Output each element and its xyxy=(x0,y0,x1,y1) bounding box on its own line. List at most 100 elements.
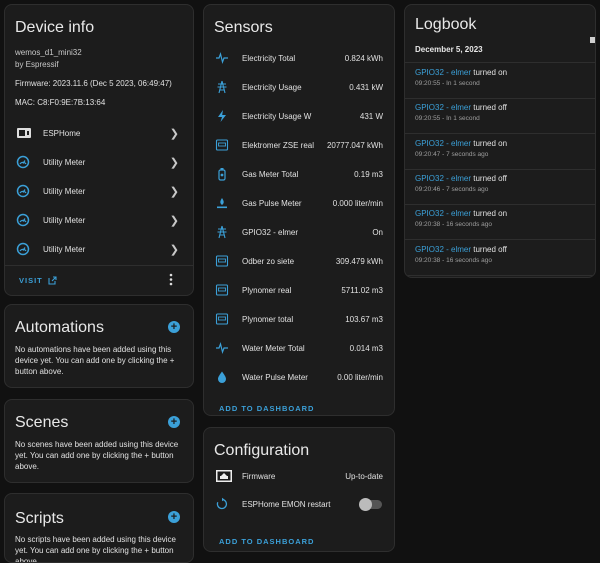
meter-icon xyxy=(215,312,229,326)
sensor-row[interactable]: GPIO32 - elmer On xyxy=(204,224,394,240)
sensor-name: Odber zo siete xyxy=(242,256,295,266)
logbook-action: turned off xyxy=(473,173,507,183)
sensor-value: 0.431 kW xyxy=(349,82,383,92)
device-info-title: Device info xyxy=(15,19,95,36)
visit-label: VISIT xyxy=(19,276,43,285)
scroll-indicator[interactable] xyxy=(590,37,595,43)
config-row-restart[interactable]: ESPHome EMON restart xyxy=(204,496,394,512)
sensor-row[interactable]: Gas Meter Total 0.19 m3 xyxy=(204,166,394,182)
configuration-card: Configuration Firmware Up-to-date ESPHom… xyxy=(203,427,395,552)
logbook-action: turned off xyxy=(473,244,507,254)
device-mac: MAC: C8:F0:9E:7B:13:64 xyxy=(15,98,106,107)
flash-icon xyxy=(215,109,229,123)
device-firmware: Firmware: 2023.11.6 (Dec 5 2023, 06:49:4… xyxy=(15,79,172,88)
sensor-value: 20777.047 kWh xyxy=(326,140,383,150)
sensor-name: Electricity Usage xyxy=(242,82,302,92)
pulse-icon xyxy=(215,51,229,65)
config-firmware-name: Firmware xyxy=(242,471,276,481)
chevron-right-icon: ❯ xyxy=(169,127,179,140)
sensor-value: 0.00 liter/min xyxy=(337,372,383,382)
scripts-title: Scripts xyxy=(15,510,64,527)
integration-item-utility-meter[interactable]: Utility Meter ❯ xyxy=(5,208,193,232)
sensor-row[interactable]: Elektromer ZSE real 20777.047 kWh xyxy=(204,137,394,153)
scripts-card: Scripts + No scripts have been added usi… xyxy=(4,493,194,563)
divider xyxy=(405,168,595,170)
integration-item-utility-meter[interactable]: Utility Meter ❯ xyxy=(5,237,193,261)
logbook-entity-link[interactable]: GPIO32 - elmer xyxy=(415,103,471,112)
utility-meter-icon xyxy=(16,242,30,256)
sensor-value: 309.479 kWh xyxy=(335,256,383,266)
logbook-entity-link[interactable]: GPIO32 - elmer xyxy=(415,68,471,77)
automations-card: Automations + No automations have been a… xyxy=(4,304,194,388)
chevron-right-icon: ❯ xyxy=(169,156,179,169)
logbook-time: 09:20:46 - 7 seconds ago xyxy=(415,185,489,193)
integration-item-utility-meter[interactable]: Utility Meter ❯ xyxy=(5,179,193,203)
sensor-row[interactable]: Electricity Total 0.824 kWh xyxy=(204,50,394,66)
add-script-button[interactable]: + xyxy=(168,511,180,523)
logbook-entry: GPIO32 - elmer turned off 09:20:46 - 7 se… xyxy=(415,174,587,193)
device-manufacturer: by Espressif xyxy=(15,60,59,69)
integration-label: ESPHome xyxy=(43,128,81,138)
logbook-entity-link[interactable]: GPIO32 - elmer xyxy=(415,174,471,183)
config-row-firmware[interactable]: Firmware Up-to-date xyxy=(204,468,394,484)
sensor-name: Gas Meter Total xyxy=(242,169,299,179)
sensor-value: 431 W xyxy=(359,111,383,121)
automations-empty-text: No automations have been added using thi… xyxy=(15,345,175,376)
add-to-dashboard-label: ADD TO DASHBOARD xyxy=(219,537,315,546)
integration-label: Utility Meter xyxy=(43,244,86,254)
more-options-icon[interactable] xyxy=(169,273,173,286)
sensor-value: 5711.02 m3 xyxy=(341,285,383,295)
sensors-add-to-dashboard-button[interactable]: ADD TO DASHBOARD xyxy=(219,398,315,415)
sensor-row[interactable]: Water Meter Total 0.014 m3 xyxy=(204,340,394,356)
sensor-row[interactable]: Plynomer real 5711.02 m3 xyxy=(204,282,394,298)
logbook-entity-link[interactable]: GPIO32 - elmer xyxy=(415,139,471,148)
integration-label: Utility Meter xyxy=(43,215,86,225)
logbook-time: 09:20:55 - In 1 second xyxy=(415,115,480,123)
configuration-title: Configuration xyxy=(214,442,310,459)
sensor-name: GPIO32 - elmer xyxy=(242,227,299,237)
logbook-entry-message: GPIO32 - elmer turned on xyxy=(415,68,587,77)
open-in-new-icon xyxy=(48,276,57,285)
visit-link[interactable]: VISIT xyxy=(19,276,57,285)
logbook-entry: GPIO32 - elmer turned on 09:20:55 - In 1 … xyxy=(415,68,587,87)
logbook-action: turned off xyxy=(473,103,507,113)
logbook-action: turned on xyxy=(473,209,508,219)
meter-icon xyxy=(215,138,229,152)
chip-icon xyxy=(215,469,232,483)
scenes-empty-text: No scenes have been added using this dev… xyxy=(15,440,179,471)
add-scene-button[interactable]: + xyxy=(168,416,180,428)
gas-burner-icon xyxy=(215,196,229,210)
sensor-row[interactable]: Plynomer total 103.67 m3 xyxy=(204,311,394,327)
logbook-action: turned on xyxy=(473,68,508,77)
logbook-entity-link[interactable]: GPIO32 - elmer xyxy=(415,245,471,254)
sensor-row[interactable]: Gas Pulse Meter 0.000 liter/min xyxy=(204,195,394,211)
restart-toggle[interactable] xyxy=(359,497,382,511)
sensor-value: On xyxy=(372,227,383,237)
add-automation-button[interactable]: + xyxy=(168,321,180,333)
sensors-card: Sensors Electricity Total 0.824 kWh Electr… xyxy=(203,4,395,416)
logbook-time: 09:20:55 - In 1 second xyxy=(415,80,480,87)
logbook-entry: GPIO32 - elmer turned on 09:20:47 - 7 sec… xyxy=(415,139,587,158)
sensor-row[interactable]: Odber zo siete 309.479 kWh xyxy=(204,253,394,269)
pulse-icon xyxy=(215,341,229,355)
sensor-row[interactable]: Electricity Usage W 431 W xyxy=(204,108,394,124)
sensor-value: 0.000 liter/min xyxy=(332,198,383,208)
sensor-name: Water Meter Total xyxy=(242,343,305,353)
integration-label: Utility Meter xyxy=(43,186,86,196)
sensor-row[interactable]: Water Pulse Meter 0.00 liter/min xyxy=(204,369,394,385)
config-restart-name: ESPHome EMON restart xyxy=(242,499,331,509)
configuration-add-to-dashboard-button[interactable]: ADD TO DASHBOARD xyxy=(219,531,314,549)
integration-label: Utility Meter xyxy=(43,157,86,167)
add-to-dashboard-label: ADD TO DASHBOARD xyxy=(219,404,315,413)
sensors-title: Sensors xyxy=(214,19,273,36)
divider xyxy=(405,133,595,135)
transmission-tower-icon xyxy=(215,80,229,94)
sensor-value: 0.824 kWh xyxy=(344,53,383,63)
transmission-tower-icon xyxy=(215,225,229,239)
logbook-entity-link[interactable]: GPIO32 - elmer xyxy=(415,209,471,218)
utility-meter-icon xyxy=(16,184,30,198)
divider xyxy=(405,239,595,241)
integration-item-utility-meter[interactable]: Utility Meter ❯ xyxy=(5,150,193,174)
sensor-row[interactable]: Electricity Usage 0.431 kW xyxy=(204,79,394,95)
integration-item-esphome[interactable]: ESPHome ❯ xyxy=(5,121,193,145)
